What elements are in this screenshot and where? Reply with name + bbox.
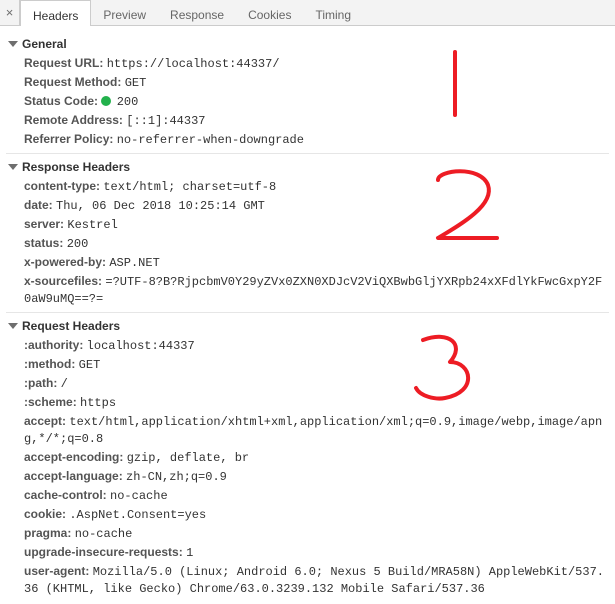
headers-panel: General Request URL: https://localhost:4…	[0, 26, 615, 604]
section-rows: :authority: localhost:44337 :method: GET…	[6, 336, 609, 598]
value: GET	[125, 76, 147, 90]
row-cookie: cookie: .AspNet.Consent=yes	[24, 505, 609, 524]
row-content-type: content-type: text/html; charset=utf-8	[24, 177, 609, 196]
value: .AspNet.Consent=yes	[69, 508, 206, 522]
row-method: :method: GET	[24, 355, 609, 374]
key: :scheme:	[24, 395, 77, 409]
key: accept-language:	[24, 469, 123, 483]
section-toggle-general[interactable]: General	[6, 34, 609, 54]
row-pragma: pragma: no-cache	[24, 524, 609, 543]
tab-headers[interactable]: Headers	[20, 0, 91, 26]
row-request-method: Request Method: GET	[24, 73, 609, 92]
value: localhost:44337	[87, 339, 195, 353]
value: Kestrel	[67, 218, 117, 232]
tab-label: Preview	[103, 8, 146, 22]
tab-response[interactable]: Response	[158, 0, 236, 26]
key: x-powered-by:	[24, 255, 106, 269]
value: gzip, deflate, br	[127, 451, 249, 465]
key: status:	[24, 236, 63, 250]
key: date:	[24, 198, 53, 212]
row-path: :path: /	[24, 374, 609, 393]
section-title: General	[22, 37, 67, 51]
key: cookie:	[24, 507, 66, 521]
row-upgrade-insecure-requests: upgrade-insecure-requests: 1	[24, 543, 609, 562]
row-x-powered-by: x-powered-by: ASP.NET	[24, 253, 609, 272]
tab-label: Cookies	[248, 8, 291, 22]
tab-label: Timing	[315, 8, 351, 22]
value: /	[61, 377, 68, 391]
row-date: date: Thu, 06 Dec 2018 10:25:14 GMT	[24, 196, 609, 215]
value: https://localhost:44337/	[107, 57, 280, 71]
value: zh-CN,zh;q=0.9	[126, 470, 227, 484]
key: Request URL:	[24, 56, 103, 70]
value: [::1]:44337	[126, 114, 205, 128]
tab-label: Headers	[33, 9, 78, 23]
key: accept:	[24, 414, 66, 428]
tab-cookies[interactable]: Cookies	[236, 0, 303, 26]
value: 200	[67, 237, 89, 251]
close-icon[interactable]: ×	[0, 0, 20, 25]
row-cache-control: cache-control: no-cache	[24, 486, 609, 505]
key: user-agent:	[24, 564, 89, 578]
key: Status Code:	[24, 94, 98, 108]
row-accept-encoding: accept-encoding: gzip, deflate, br	[24, 448, 609, 467]
key: accept-encoding:	[24, 450, 123, 464]
value: 200	[117, 95, 139, 109]
key: content-type:	[24, 179, 100, 193]
value: no-cache	[75, 527, 133, 541]
value: Mozilla/5.0 (Linux; Android 6.0; Nexus 5…	[24, 565, 604, 596]
value: no-referrer-when-downgrade	[117, 133, 304, 147]
tab-preview[interactable]: Preview	[91, 0, 158, 26]
section-rows: Request URL: https://localhost:44337/ Re…	[6, 54, 609, 149]
key: server:	[24, 217, 64, 231]
value: Thu, 06 Dec 2018 10:25:14 GMT	[56, 199, 265, 213]
tab-bar: × Headers Preview Response Cookies Timin…	[0, 0, 615, 26]
section-response-headers: Response Headers content-type: text/html…	[6, 153, 609, 308]
row-x-sourcefiles: x-sourcefiles: =?UTF-8?B?RjpcbmV0Y29yZVx…	[24, 272, 609, 308]
row-accept-language: accept-language: zh-CN,zh;q=0.9	[24, 467, 609, 486]
value: 1	[186, 546, 193, 560]
row-request-url: Request URL: https://localhost:44337/	[24, 54, 609, 73]
row-referrer-policy: Referrer Policy: no-referrer-when-downgr…	[24, 130, 609, 149]
row-user-agent: user-agent: Mozilla/5.0 (Linux; Android …	[24, 562, 609, 598]
section-title: Request Headers	[22, 319, 120, 333]
section-title: Response Headers	[22, 160, 130, 174]
section-rows: content-type: text/html; charset=utf-8 d…	[6, 177, 609, 308]
value: no-cache	[110, 489, 168, 503]
key: Remote Address:	[24, 113, 123, 127]
row-remote-address: Remote Address: [::1]:44337	[24, 111, 609, 130]
tab-timing[interactable]: Timing	[303, 0, 363, 26]
key: :method:	[24, 357, 75, 371]
row-scheme: :scheme: https	[24, 393, 609, 412]
triangle-down-icon	[8, 323, 18, 329]
status-dot-icon	[101, 96, 111, 106]
row-accept: accept: text/html,application/xhtml+xml,…	[24, 412, 609, 448]
key: Referrer Policy:	[24, 132, 113, 146]
row-authority: :authority: localhost:44337	[24, 336, 609, 355]
value: text/html,application/xhtml+xml,applicat…	[24, 415, 602, 446]
key: pragma:	[24, 526, 71, 540]
row-server: server: Kestrel	[24, 215, 609, 234]
triangle-down-icon	[8, 41, 18, 47]
key: :path:	[24, 376, 57, 390]
section-toggle-response[interactable]: Response Headers	[6, 153, 609, 177]
section-toggle-request[interactable]: Request Headers	[6, 312, 609, 336]
key: :authority:	[24, 338, 83, 352]
tab-label: Response	[170, 8, 224, 22]
triangle-down-icon	[8, 164, 18, 170]
key: upgrade-insecure-requests:	[24, 545, 183, 559]
value: text/html; charset=utf-8	[103, 180, 276, 194]
section-request-headers: Request Headers :authority: localhost:44…	[6, 312, 609, 598]
value: =?UTF-8?B?RjpcbmV0Y29yZVx0ZXN0XDJcV2ViQX…	[24, 275, 602, 306]
value: ASP.NET	[109, 256, 159, 270]
key: cache-control:	[24, 488, 107, 502]
key: x-sourcefiles:	[24, 274, 102, 288]
row-status: status: 200	[24, 234, 609, 253]
key: Request Method:	[24, 75, 121, 89]
row-status-code: Status Code: 200	[24, 92, 609, 111]
value: https	[80, 396, 116, 410]
section-general: General Request URL: https://localhost:4…	[6, 34, 609, 149]
value: GET	[79, 358, 101, 372]
